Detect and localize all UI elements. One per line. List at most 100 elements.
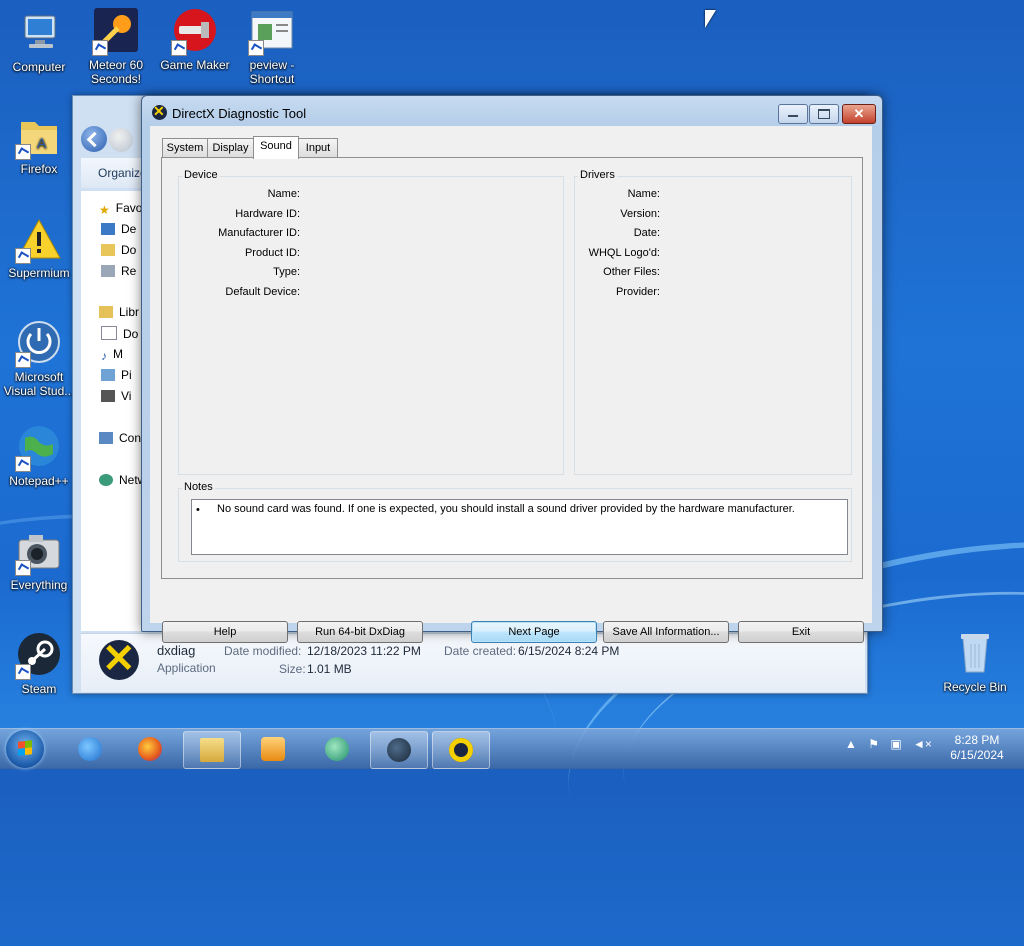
- explorer-nav: [81, 126, 133, 155]
- globe-icon: [15, 424, 63, 472]
- downloads-icon: [101, 244, 115, 256]
- notes-group-label: Notes: [182, 481, 215, 493]
- organize-button[interactable]: Organize: [98, 166, 147, 180]
- device-product-id-label: Product ID:: [244, 247, 300, 259]
- camera-icon: [15, 528, 63, 576]
- taskbar-ie[interactable]: [62, 731, 118, 767]
- volume-muted-icon[interactable]: ◄×: [913, 737, 932, 751]
- taskbar-steam[interactable]: [370, 731, 428, 769]
- exit-button[interactable]: Exit: [738, 621, 864, 643]
- start-button[interactable]: [6, 730, 44, 768]
- desktop-icon-label: Game Maker: [160, 58, 230, 72]
- back-button[interactable]: [81, 126, 107, 152]
- device-hardware-id-label: Hardware ID:: [235, 208, 300, 220]
- notes-group: • No sound card was found. If one is exp…: [178, 488, 852, 562]
- dxdiag-taskbar-icon: [449, 738, 473, 762]
- computer-icon: [15, 10, 63, 58]
- pictures-icon: [101, 369, 115, 381]
- close-button[interactable]: ✕: [842, 104, 876, 124]
- warning-icon: [15, 216, 63, 264]
- action-center-flag-icon[interactable]: ⚑: [868, 737, 879, 751]
- notes-box[interactable]: • No sound card was found. If one is exp…: [191, 499, 848, 555]
- tab-input[interactable]: Input: [298, 138, 338, 158]
- recycle-bin-icon: [951, 630, 999, 678]
- desktop-icon-firefox[interactable]: A Firefox: [1, 112, 77, 176]
- desktop-icon-label: Computer: [12, 60, 66, 74]
- device-manufacturer-id-label: Manufacturer ID:: [218, 227, 300, 239]
- desktop-icon-label: Firefox: [20, 162, 58, 176]
- peview-icon: [248, 8, 296, 56]
- network-tray-icon[interactable]: ▣: [890, 737, 901, 751]
- desktop-icon-label: Recycle Bin: [943, 680, 1007, 694]
- sound-tab-panel: Device Name: Hardware ID: Manufacturer I…: [161, 157, 863, 579]
- drivers-group-label: Drivers: [578, 169, 617, 181]
- maximize-button[interactable]: [809, 104, 839, 124]
- desktop-icon-label: Meteor 60 Seconds!: [88, 58, 144, 86]
- taskbar-dxdiag[interactable]: [432, 731, 490, 769]
- taskbar: ▲ ⚑ ▣ ◄× 8:28 PM 6/15/2024: [0, 728, 1024, 769]
- folder-icon: A: [15, 112, 63, 160]
- desktop-icon-meteor[interactable]: Meteor 60 Seconds!: [78, 8, 154, 86]
- tab-sound[interactable]: Sound: [253, 136, 299, 159]
- desktop-icon-notepadpp[interactable]: Notepad++: [1, 424, 77, 488]
- explorer-folder-icon: [200, 738, 224, 762]
- desktop-icon-label: Notepad++: [9, 474, 69, 488]
- show-hidden-icons-icon[interactable]: ▲: [845, 737, 857, 751]
- game-maker-icon: [171, 8, 219, 56]
- driver-whql-label: WHQL Logo'd:: [588, 247, 660, 259]
- driver-date-label: Date:: [633, 227, 660, 239]
- videos-icon: [101, 390, 115, 402]
- run-64bit-dxdiag-button[interactable]: Run 64-bit DxDiag: [297, 621, 423, 643]
- tab-system[interactable]: System: [162, 138, 208, 158]
- desktop-icon: [101, 223, 115, 235]
- desktop-icon-steam[interactable]: Steam: [1, 632, 77, 696]
- help-button[interactable]: Help: [162, 621, 288, 643]
- desktop-icon-computer[interactable]: Computer: [1, 10, 77, 74]
- desktop-icon-recycle-bin[interactable]: Recycle Bin: [937, 630, 1013, 694]
- documents-icon: [101, 326, 117, 340]
- desktop-icon-label: peview - Shortcut: [249, 58, 295, 86]
- close-icon: ✕: [853, 106, 865, 121]
- window-title: DirectX Diagnostic Tool: [172, 106, 307, 121]
- driver-version-label: Version:: [620, 208, 660, 220]
- device-default-label: Default Device:: [225, 286, 300, 298]
- desktop-icon-label: Supermium: [8, 266, 70, 280]
- drivers-group: [574, 176, 852, 475]
- driver-other-files-label: Other Files:: [603, 266, 660, 278]
- mouse-cursor-icon: [705, 10, 716, 28]
- device-name-label: Name:: [267, 188, 300, 200]
- desktop-icon-game-maker[interactable]: Game Maker: [157, 8, 233, 72]
- taskbar-app[interactable]: [309, 731, 365, 767]
- desktop-icon-everything[interactable]: Everything: [1, 528, 77, 592]
- device-type-label: Type:: [273, 266, 300, 278]
- steam-icon: [15, 632, 63, 680]
- dialog-client: System Display Sound Input Device Name: …: [150, 126, 872, 643]
- directx-icon: [152, 103, 167, 120]
- file-name: dxdiag: [157, 643, 196, 658]
- driver-name-label: Name:: [627, 188, 660, 200]
- firefox-icon: [138, 737, 162, 761]
- taskbar-firefox[interactable]: [122, 731, 178, 767]
- taskbar-media-player[interactable]: [245, 731, 301, 767]
- minimize-button[interactable]: [778, 104, 808, 124]
- forward-button[interactable]: [109, 128, 133, 152]
- desktop-icon-visual-studio[interactable]: Microsoft Visual Stud...: [1, 320, 77, 398]
- taskbar-explorer[interactable]: [183, 731, 241, 769]
- system-tray: ▲ ⚑ ▣ ◄×: [845, 737, 932, 751]
- media-player-icon: [261, 737, 285, 761]
- app-globe-icon: [325, 737, 349, 761]
- tab-display[interactable]: Display: [207, 138, 254, 158]
- clock-date: 6/15/2024: [950, 748, 1004, 762]
- size-value: 1.01 MB: [307, 662, 352, 676]
- next-page-button[interactable]: Next Page: [471, 621, 597, 643]
- dxdiag-icon: [99, 636, 139, 682]
- directx-diagnostic-window[interactable]: DirectX Diagnostic Tool ✕ System Display…: [141, 95, 883, 643]
- save-all-information-button[interactable]: Save All Information...: [603, 621, 729, 643]
- star-icon: ★: [99, 203, 110, 217]
- clock[interactable]: 8:28 PM 6/15/2024: [944, 733, 1010, 763]
- desktop-icon-peview[interactable]: peview - Shortcut: [234, 8, 310, 86]
- device-group-label: Device: [182, 169, 220, 181]
- size-label: Size:: [279, 662, 306, 676]
- desktop-icon-supermium[interactable]: Supermium: [1, 216, 77, 280]
- date-modified-label: Date modified:: [224, 644, 302, 658]
